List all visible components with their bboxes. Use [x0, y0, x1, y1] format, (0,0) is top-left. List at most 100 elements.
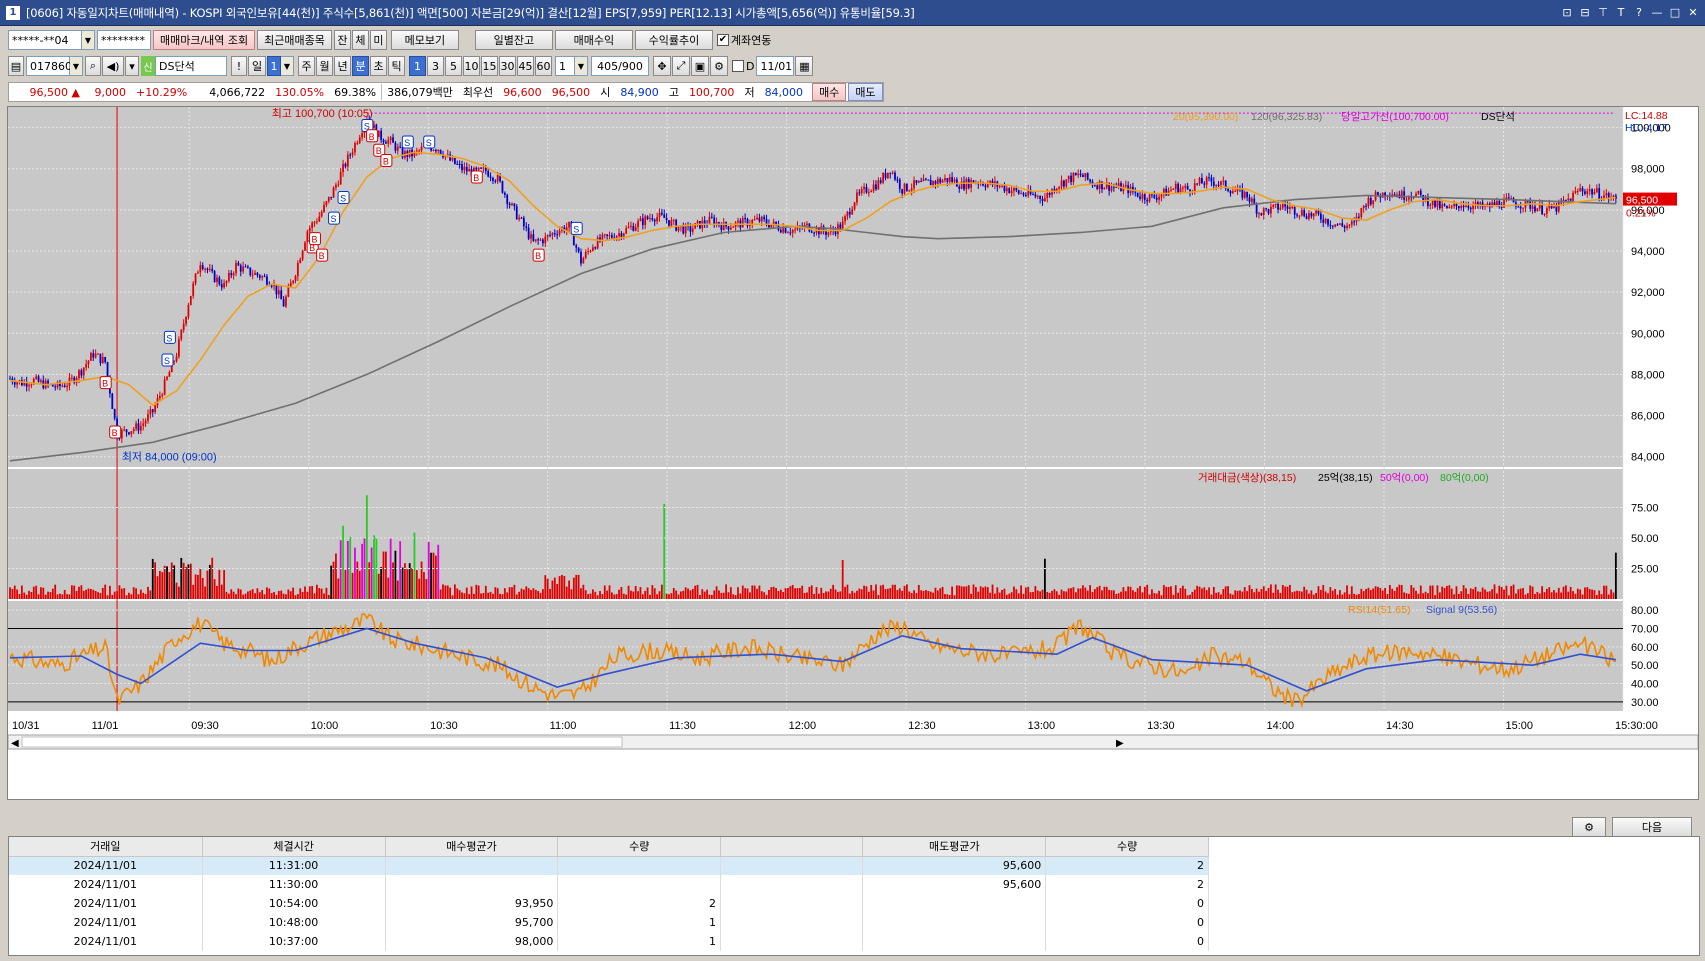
- column-header[interactable]: 매수평균가: [385, 837, 559, 857]
- table-settings-gear-icon[interactable]: ⚙: [1572, 817, 1606, 837]
- tab-year[interactable]: 년: [334, 56, 351, 76]
- tab-tick[interactable]: 틱: [388, 56, 405, 76]
- save-icon[interactable]: ▣: [691, 56, 709, 76]
- font-icon[interactable]: T: [1613, 4, 1629, 20]
- minimize-icon[interactable]: —: [1649, 4, 1665, 20]
- interval-5[interactable]: 5: [445, 56, 462, 76]
- volume-bar: [744, 588, 747, 599]
- column-header[interactable]: 수량: [1045, 837, 1209, 857]
- table-row[interactable]: 2024/11/01 11:30:00 95,600 2: [9, 875, 1209, 894]
- alert-button[interactable]: !: [231, 56, 247, 76]
- stock-chart[interactable]: 10/31 11/01 09:30 10:00 10:30 11:00 11:30 12:00…: [7, 107, 1699, 799]
- stock-code-input[interactable]: 017860: [26, 56, 72, 76]
- column-header[interactable]: 거래일: [9, 837, 203, 857]
- candle-body: [720, 225, 723, 231]
- column-header[interactable]: 매도평균가: [862, 837, 1047, 857]
- multiplier-dropdown-icon[interactable]: ▼: [575, 56, 588, 76]
- sound-icon[interactable]: ◀): [102, 56, 124, 76]
- next-button[interactable]: 다음: [1612, 817, 1692, 837]
- count-dropdown-icon[interactable]: ▼: [281, 56, 294, 76]
- table-row[interactable]: 2024/11/01 11:31:00 95,600 2: [9, 856, 1209, 875]
- volume-bar: [561, 574, 563, 599]
- buy-button[interactable]: 매수: [812, 83, 847, 101]
- trade-mark-query-button[interactable]: 매매마크/내역 조회: [153, 30, 256, 50]
- interval-15[interactable]: 15: [481, 56, 498, 76]
- candle-body: [958, 186, 961, 189]
- volume-bar: [996, 587, 999, 599]
- column-header[interactable]: 체결시간: [202, 837, 386, 857]
- profit-trend-button[interactable]: 수익률추이: [634, 30, 713, 50]
- date-field[interactable]: 11/01: [756, 56, 795, 76]
- table-row[interactable]: 2024/11/01 10:37:00 98,000 1 0: [9, 932, 1209, 951]
- calendar-icon[interactable]: ▦: [795, 56, 814, 76]
- unfilled-button[interactable]: 미: [369, 30, 387, 50]
- maximize-icon[interactable]: □: [1667, 4, 1683, 20]
- search-icon[interactable]: ⌕: [85, 56, 101, 76]
- interval-30[interactable]: 30: [499, 56, 516, 76]
- executed-button[interactable]: 체: [351, 30, 369, 50]
- date-checkbox[interactable]: D: [732, 60, 754, 73]
- trade-profit-button[interactable]: 매매수익: [554, 30, 633, 50]
- interval-45[interactable]: 45: [517, 56, 534, 76]
- stock-name-field[interactable]: DS단석: [155, 56, 227, 76]
- volume-bar: [620, 587, 623, 599]
- daily-balance-button[interactable]: 일별잔고: [474, 30, 553, 50]
- candle-body: [149, 409, 152, 415]
- gear-icon[interactable]: ⚙: [710, 56, 728, 76]
- interval-10[interactable]: 10: [463, 56, 480, 76]
- volume-bar: [446, 585, 449, 599]
- candle-body: [1248, 197, 1251, 202]
- account-link-checkbox[interactable]: ✔ 계좌연동: [716, 32, 771, 48]
- crosshair-icon[interactable]: ✥: [653, 56, 671, 76]
- interval-60[interactable]: 60: [535, 56, 552, 76]
- balance-button[interactable]: 잔: [333, 30, 351, 50]
- minimize-panel-icon[interactable]: ⊟: [1577, 4, 1593, 20]
- interval-3[interactable]: 3: [427, 56, 444, 76]
- recent-trades-button[interactable]: 최근매매종목: [257, 30, 332, 50]
- candle-body: [784, 228, 787, 233]
- candle-body: [1436, 200, 1439, 207]
- close-icon[interactable]: ✕: [1685, 4, 1701, 20]
- column-header[interactable]: 수량: [557, 837, 722, 857]
- volume-bar: [451, 595, 454, 599]
- restore-icon[interactable]: ⊡: [1559, 4, 1575, 20]
- daily-button[interactable]: 일: [248, 56, 266, 76]
- tab-month[interactable]: 월: [316, 56, 333, 76]
- volume-bar: [989, 592, 992, 599]
- layout-icon[interactable]: ▤: [8, 56, 24, 76]
- column-header[interactable]: [720, 837, 864, 857]
- volume-bar: [508, 587, 511, 599]
- password-field[interactable]: ********: [97, 30, 151, 50]
- candle-body: [223, 282, 226, 288]
- volume-bar: [365, 495, 368, 599]
- table-row[interactable]: 2024/11/01 10:48:00 95,700 1 0: [9, 913, 1209, 932]
- candle-body: [308, 227, 311, 232]
- interval-1[interactable]: 1: [409, 56, 426, 76]
- volume-bar: [1358, 594, 1360, 599]
- pin-icon[interactable]: ⊤: [1595, 4, 1611, 20]
- tab-minute[interactable]: 분: [352, 56, 369, 76]
- candle-body: [1013, 188, 1015, 191]
- volume-bar: [622, 593, 625, 599]
- help-icon[interactable]: ?: [1631, 4, 1647, 20]
- volume-bar: [763, 592, 766, 599]
- volume-bar: [28, 590, 30, 599]
- volume-bar: [687, 588, 689, 599]
- tab-second[interactable]: 초: [370, 56, 387, 76]
- candle-body: [1008, 188, 1011, 193]
- sound-dropdown-icon[interactable]: ▾: [125, 56, 139, 76]
- sell-button[interactable]: 매도: [848, 83, 883, 101]
- code-dropdown-icon[interactable]: ▼: [70, 56, 83, 76]
- volume-bar: [1308, 593, 1310, 599]
- account-input[interactable]: *****-**04: [8, 30, 82, 50]
- chart-area[interactable]: 10/31 11/01 09:30 10:00 10:30 11:00 11:30 12:00…: [7, 106, 1699, 800]
- candle-body: [779, 230, 782, 233]
- count-field[interactable]: 1: [267, 56, 281, 76]
- memo-view-button[interactable]: 메모보기: [390, 30, 459, 50]
- multiplier-field[interactable]: 1: [555, 56, 575, 76]
- volume-bar: [511, 587, 513, 599]
- account-dropdown-icon[interactable]: ▼: [82, 30, 95, 50]
- zoom-icon[interactable]: ⤢: [672, 56, 690, 76]
- tab-week[interactable]: 주: [298, 56, 315, 76]
- table-row[interactable]: 2024/11/01 10:54:00 93,950 2 0: [9, 894, 1209, 913]
